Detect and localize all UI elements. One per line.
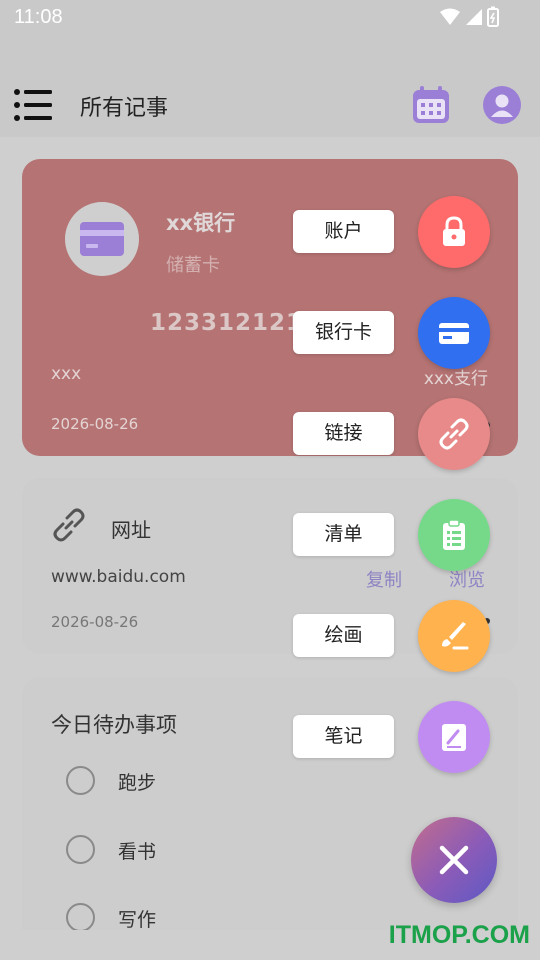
fab-label-drawing[interactable]: 绘画 xyxy=(293,614,394,657)
fab-note-button[interactable] xyxy=(418,701,490,773)
avatar-icon[interactable] xyxy=(483,86,521,124)
page-title: 所有记事 xyxy=(80,96,169,121)
fab-label-bank-card[interactable]: 银行卡 xyxy=(293,311,394,354)
fab-link-button[interactable] xyxy=(418,398,490,470)
bank-card-type: 储蓄卡 xyxy=(166,255,220,276)
signal-icon xyxy=(466,9,482,25)
copy-link-button[interactable]: 复制 xyxy=(366,566,402,592)
close-icon xyxy=(439,845,469,875)
wifi-icon xyxy=(440,8,460,25)
todo-checkbox[interactable] xyxy=(66,903,95,930)
todo-title: 今日待办事项 xyxy=(51,713,177,737)
fab-label-note[interactable]: 笔记 xyxy=(293,715,394,758)
fab-close-button[interactable] xyxy=(411,817,497,903)
app-bar: 所有记事 xyxy=(0,38,540,137)
fab-label-account[interactable]: 账户 xyxy=(293,210,394,253)
battery-icon xyxy=(487,6,499,27)
link-date: 2026-08-26 xyxy=(51,613,139,631)
link-icon xyxy=(439,418,469,450)
bank-name: xx银行 xyxy=(166,211,236,235)
fab-drawing-button[interactable] xyxy=(418,600,490,672)
calendar-icon[interactable] xyxy=(411,85,451,125)
lock-icon xyxy=(443,216,465,246)
fab-checklist-button[interactable] xyxy=(418,499,490,571)
todo-checkbox[interactable] xyxy=(66,766,95,795)
link-title: 网址 xyxy=(111,518,151,542)
link-icon xyxy=(50,506,88,544)
bank-card-holder: xxx xyxy=(51,364,82,384)
fab-label-checklist[interactable]: 清单 xyxy=(293,513,394,556)
fab-account-button[interactable] xyxy=(418,196,490,268)
fab-label-link[interactable]: 链接 xyxy=(293,412,394,455)
bank-logo xyxy=(65,202,139,276)
clipboard-icon xyxy=(443,519,465,550)
todo-checkbox[interactable] xyxy=(66,835,95,864)
status-time: 11:08 xyxy=(14,6,63,28)
card-icon xyxy=(439,323,469,344)
menu-icon[interactable] xyxy=(14,88,52,122)
bank-card-date: 2026-08-26 xyxy=(51,415,139,433)
credit-card-icon xyxy=(80,222,124,256)
fab-bank-card-button[interactable] xyxy=(418,297,490,369)
todo-label: 写作 xyxy=(118,909,157,930)
brush-icon xyxy=(442,622,469,650)
note-icon xyxy=(442,724,466,751)
watermark: ITMOP.COM xyxy=(388,921,530,949)
link-url: www.baidu.com xyxy=(51,567,186,587)
status-icons xyxy=(438,6,500,30)
status-bar: 11:08 xyxy=(0,0,540,38)
todo-label: 跑步 xyxy=(118,772,157,794)
todo-label: 看书 xyxy=(118,841,157,863)
